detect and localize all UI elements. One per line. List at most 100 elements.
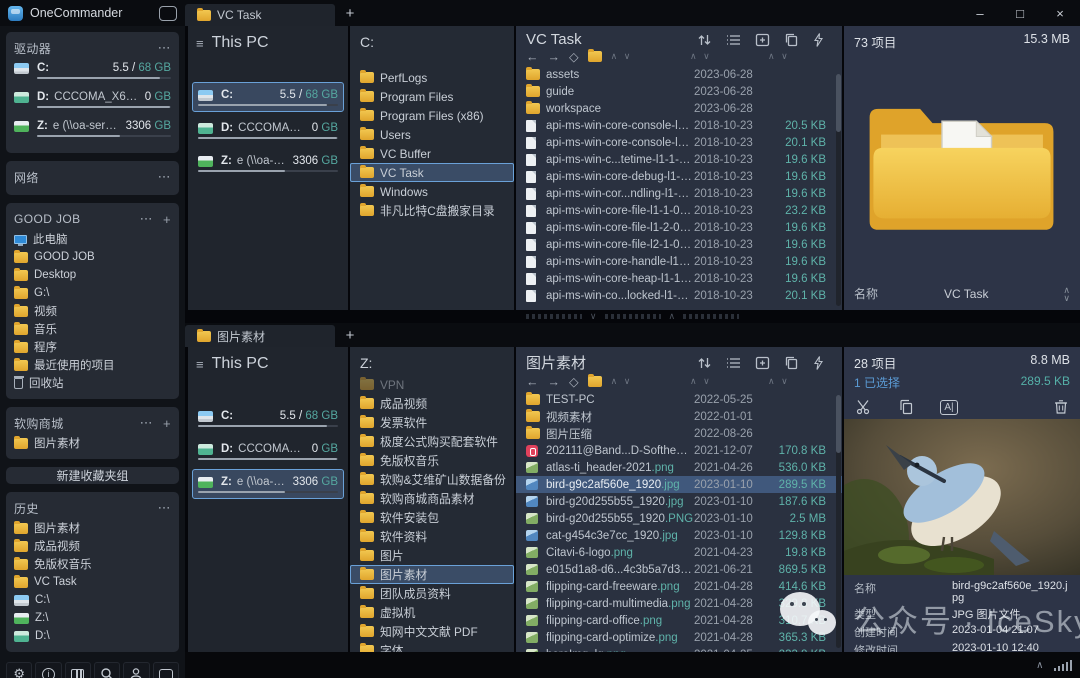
new-folder-icon[interactable]: [755, 33, 770, 47]
file-row[interactable]: api-ms-win-core-console-l1-1-0.dll 2018-…: [516, 117, 842, 134]
file-row[interactable]: e015d1a8-d6...4c3b5a7d367.png 2021-06-21…: [516, 561, 842, 578]
sort-size-carets[interactable]: ∧ ∨: [768, 376, 830, 387]
sidebar-drive-item[interactable]: Z: e (\\oa-server) 3306 GB: [14, 117, 171, 146]
sort-date-carets[interactable]: ∧ ∨: [690, 376, 768, 387]
cut-scissors-icon[interactable]: [856, 399, 872, 415]
tree-folder-item[interactable]: 软购商城商品素材: [350, 489, 514, 508]
actions-lightning-icon[interactable]: [813, 356, 824, 370]
tree-folder-item[interactable]: 成品视频: [350, 394, 514, 413]
file-row[interactable]: api-ms-win-core-heap-l1-1-0.dll 2018-10-…: [516, 270, 842, 287]
history-item[interactable]: 图片素材: [14, 519, 171, 537]
file-row[interactable]: heroImg_lg.png 2021-04-25 233.8 KB: [516, 646, 842, 652]
sort-name-carets[interactable]: ∧ ∨: [611, 376, 633, 387]
section-menu-icon[interactable]: ⋯: [158, 500, 171, 516]
file-row[interactable]: api-ms-win-core-console-l1-2-0.dll 2018-…: [516, 134, 842, 151]
tree-folder-item[interactable]: 团队成员资料: [350, 584, 514, 603]
file-row[interactable]: flipping-card-multimedia.png 2021-04-28 …: [516, 595, 842, 612]
new-tab-button[interactable]: +: [335, 327, 365, 344]
file-row[interactable]: api-ms-win-c...tetime-l1-1-0.dll 2018-10…: [516, 151, 842, 168]
back-icon[interactable]: ←: [526, 375, 539, 389]
sort-name-carets[interactable]: ∧ ∨: [611, 51, 633, 62]
sort-icon[interactable]: [697, 356, 712, 370]
section-menu-icon[interactable]: ⋯: [158, 169, 171, 185]
actions-lightning-icon[interactable]: [813, 33, 824, 47]
file-row[interactable]: flipping-card-optimize.png 2021-04-28 36…: [516, 629, 842, 646]
file-row[interactable]: 视频素材 2022-01-01: [516, 408, 842, 425]
history-item[interactable]: Z:\: [14, 609, 171, 627]
tree-folder-item[interactable]: 软件资料: [350, 527, 514, 546]
file-row[interactable]: api-ms-win-cor...ndling-l1-1-0.dll 2018-…: [516, 185, 842, 202]
file-row[interactable]: api-ms-win-core-file-l1-2-0.dll 2018-10-…: [516, 219, 842, 236]
file-row[interactable]: guide 2023-06-28: [516, 83, 842, 100]
file-row[interactable]: bird-g20d255b55_1920.jpg 2023-01-10 187.…: [516, 493, 842, 510]
copy-path-icon[interactable]: [784, 33, 799, 47]
tree-folder-item[interactable]: 知网中文文献 PDF: [350, 622, 514, 641]
tree-folder-item[interactable]: 发票软件: [350, 413, 514, 432]
favorite-item[interactable]: 视频: [14, 302, 171, 320]
new-tab-button[interactable]: +: [335, 5, 365, 22]
sidebar-drive-item[interactable]: D: CCCOMA_X64FR... 0 GB: [14, 88, 171, 117]
drive-item[interactable]: Z: e (\\oa-serv... 3306 GB: [192, 469, 344, 499]
favorite-item[interactable]: 音乐: [14, 320, 171, 338]
tree-folder-item[interactable]: PerfLogs: [350, 68, 514, 87]
file-row[interactable]: assets 2023-06-28: [516, 66, 842, 83]
favorite-item[interactable]: 回收站: [14, 374, 171, 392]
search-icon[interactable]: [94, 662, 120, 678]
sort-date-carets[interactable]: ∧ ∨: [690, 51, 768, 62]
tree-folder-item[interactable]: VC Buffer: [350, 144, 514, 163]
tree-folder-item[interactable]: 虚拟机: [350, 603, 514, 622]
pane-splitter[interactable]: ∨ ∧: [185, 310, 1080, 323]
tree-menu-icon[interactable]: ≡: [196, 357, 204, 372]
view-list-icon[interactable]: [726, 33, 741, 47]
favorite-item[interactable]: 此电脑: [14, 230, 171, 248]
view-list-icon[interactable]: [726, 356, 741, 370]
file-row[interactable]: TEST-PC 2022-05-25: [516, 391, 842, 408]
file-row[interactable]: cat-g454c3e7cc_1920.jpg 2023-01-10 129.8…: [516, 527, 842, 544]
image-preview-bird[interactable]: [844, 419, 1080, 575]
tree-folder-item[interactable]: VC Task: [350, 163, 514, 182]
file-row[interactable]: api-ms-win-core-debug-l1-1-0.dll 2018-10…: [516, 168, 842, 185]
folder-up-icon[interactable]: [588, 376, 602, 387]
tree-menu-icon[interactable]: ≡: [196, 36, 204, 51]
file-row[interactable]: api-ms-win-core-file-l1-1-0.dll 2018-10-…: [516, 202, 842, 219]
favorite-item[interactable]: GOOD JOB: [14, 248, 171, 266]
user-icon[interactable]: [123, 662, 149, 678]
tree-folder-item[interactable]: VPN: [350, 375, 514, 394]
add-favorite-icon[interactable]: +: [163, 416, 171, 431]
close-button[interactable]: ×: [1040, 0, 1080, 26]
tree-folder-item[interactable]: 图片: [350, 546, 514, 565]
tree-folder-item[interactable]: 免版权音乐: [350, 451, 514, 470]
tree-folder-item[interactable]: 软件安装包: [350, 508, 514, 527]
info-icon[interactable]: i: [35, 662, 61, 678]
section-menu-icon[interactable]: ⋯: [140, 211, 153, 227]
history-item[interactable]: D:\: [14, 627, 171, 645]
history-item[interactable]: VC Task: [14, 573, 171, 591]
section-menu-icon[interactable]: ⋯: [158, 40, 171, 56]
tree-folder-item[interactable]: Users: [350, 125, 514, 144]
delete-trash-icon[interactable]: [1054, 399, 1068, 415]
settings-gear-icon[interactable]: ⚙: [6, 662, 32, 678]
layout-columns-icon[interactable]: [65, 662, 91, 678]
tree-folder-item[interactable]: 软购&艾维矿山数据备份: [350, 470, 514, 489]
section-menu-icon[interactable]: ⋯: [140, 415, 153, 431]
file-row[interactable]: workspace 2023-06-28: [516, 100, 842, 117]
file-row[interactable]: flipping-card-office.png 2021-04-28 310.…: [516, 612, 842, 629]
collapse-down-icon[interactable]: ∨: [590, 311, 597, 322]
history-item[interactable]: 免版权音乐: [14, 555, 171, 573]
copy-icon[interactable]: [898, 399, 914, 415]
favorite-item[interactable]: Desktop: [14, 266, 171, 284]
scrollbar[interactable]: [836, 395, 841, 648]
favorite-item[interactable]: G:\: [14, 284, 171, 302]
history-item[interactable]: C:\: [14, 591, 171, 609]
add-favorite-icon[interactable]: +: [163, 212, 171, 227]
path-icon[interactable]: ◇: [569, 374, 579, 389]
back-icon[interactable]: ←: [526, 50, 539, 64]
drive-item[interactable]: D: CCCOMA_X64F... 0 GB: [192, 115, 344, 145]
drive-item[interactable]: C: 5.5 / 68 GB: [192, 82, 344, 112]
scroll-up-icon[interactable]: ∧: [1036, 660, 1043, 671]
file-row[interactable]: atlas-ti_header-2021.png 2021-04-26 536.…: [516, 459, 842, 476]
file-row[interactable]: api-ms-win-core-file-l2-1-0.dll 2018-10-…: [516, 236, 842, 253]
tree-folder-item[interactable]: Program Files: [350, 87, 514, 106]
scrollbar[interactable]: [836, 74, 841, 306]
drive-item[interactable]: C: 5.5 / 68 GB: [192, 403, 344, 433]
